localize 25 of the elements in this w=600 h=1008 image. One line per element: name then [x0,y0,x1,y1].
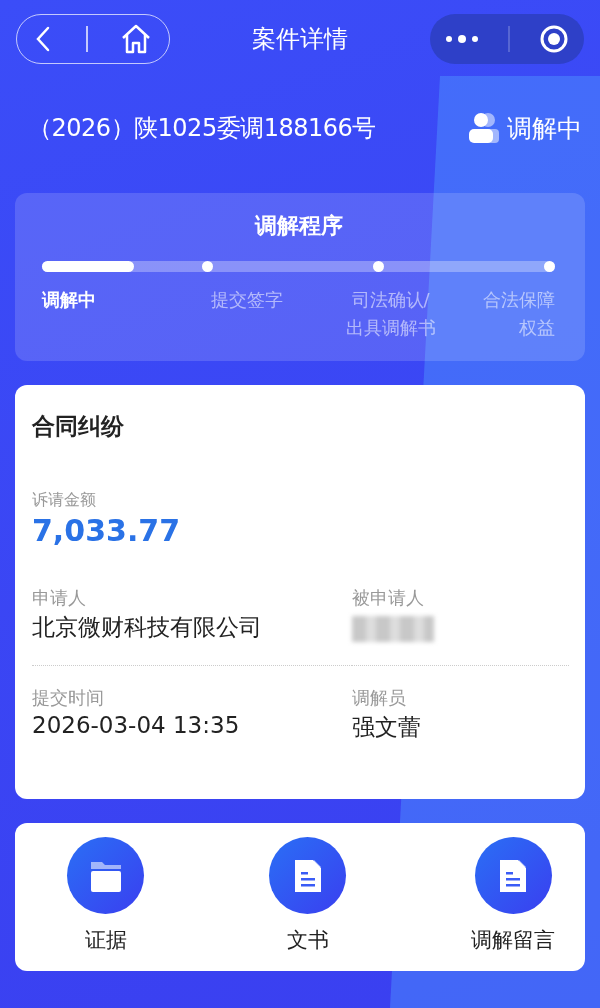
person-icon [467,111,501,145]
step-dot [202,261,213,272]
field-label: 诉请金额 [32,490,97,511]
field-label: 提交时间 [32,686,105,710]
field-value: 强文蕾 [352,713,422,742]
step-dot [544,261,555,272]
field-label: 调解员 [352,686,407,710]
page-title: 案件详情 [252,24,348,55]
field-value: 北京微财科技有限公司 [32,613,263,642]
field-value: 2026-03-04 13:35 [32,712,241,738]
step-label: 提交签字 [210,288,285,312]
panel-title: 调解程序 [253,212,344,240]
status-label: 调解中 [507,112,582,145]
document-icon [498,857,528,894]
field-label: 申请人 [32,586,87,610]
case-number: （2026）陕1025委调188166号 [28,113,376,144]
field-label: 被申请人 [352,586,425,610]
step-label: 合法保障权益 [482,288,555,340]
action-button[interactable]: 调解留言 [471,823,555,971]
case-type: 合同纠纷 [32,412,125,441]
step-label: 司法确认/出具调解书 [344,288,437,340]
document-icon [292,857,323,894]
step-label: 调解中 [42,288,97,312]
amount-value: 7,033.77 [32,513,182,548]
step-dot [373,261,384,272]
